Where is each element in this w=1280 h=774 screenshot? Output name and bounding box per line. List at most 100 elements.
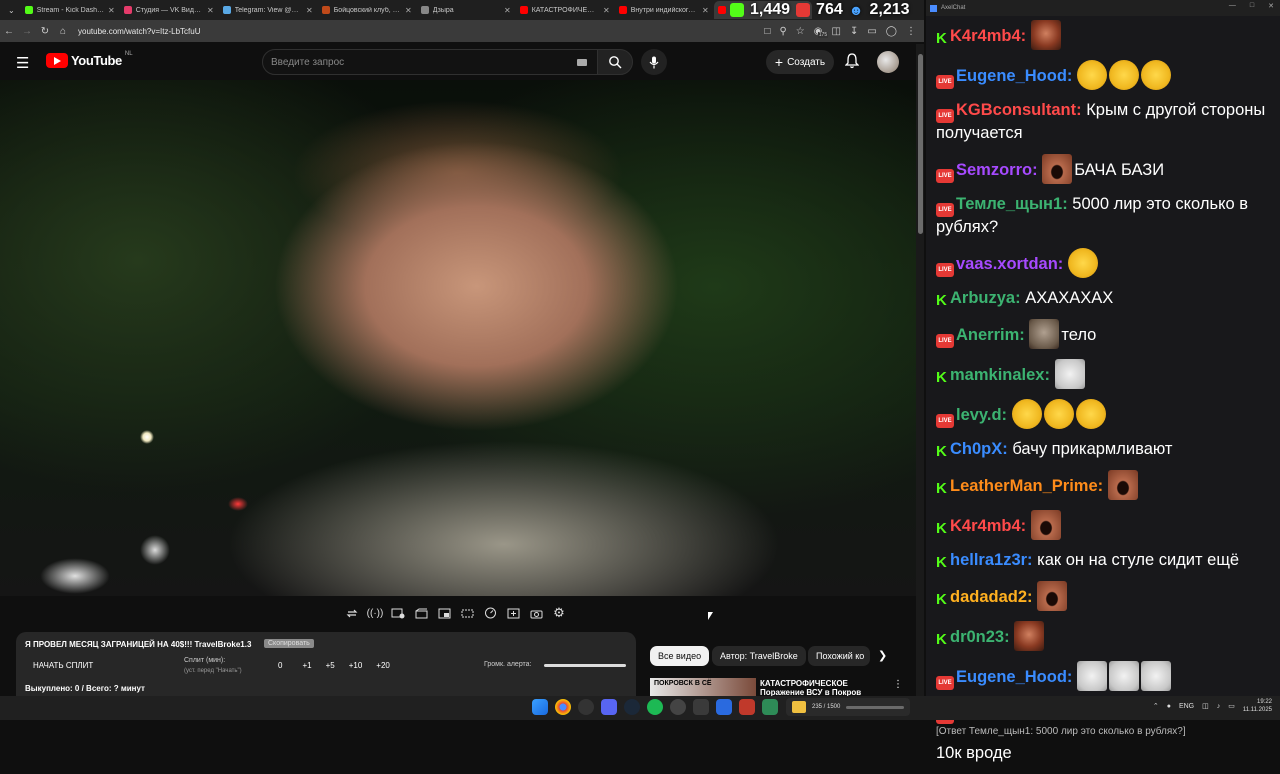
chip-all-videos[interactable]: Все видео bbox=[650, 646, 710, 666]
chat-username[interactable]: vaas.xortdan: bbox=[956, 255, 1063, 273]
obs-icon[interactable] bbox=[578, 699, 594, 715]
chip-author[interactable]: Автор: TravelBroke bbox=[712, 646, 806, 666]
cast-icon[interactable]: □ bbox=[764, 26, 770, 37]
chat-username[interactable]: LeatherMan_Prime: bbox=[950, 477, 1103, 495]
split-increment-button[interactable]: +1 bbox=[302, 661, 311, 670]
discord-icon[interactable] bbox=[601, 699, 617, 715]
browser-tab[interactable]: Студия — VK Видео Live ✕ bbox=[120, 1, 218, 19]
tab-list-chevron-icon[interactable]: ⌄ bbox=[0, 6, 21, 15]
back-icon[interactable]: ← bbox=[0, 26, 18, 37]
tab-close-icon[interactable]: ✕ bbox=[306, 6, 313, 15]
star-icon[interactable]: ☆ bbox=[796, 26, 805, 37]
recommended-thumbnail[interactable]: ПОКРОВСК В СЁ bbox=[650, 678, 756, 696]
menu-icon[interactable]: ⋮ bbox=[906, 26, 916, 37]
spotify-icon[interactable] bbox=[647, 699, 663, 715]
broadcast-icon[interactable]: ((·)) bbox=[367, 605, 384, 621]
chat-username[interactable]: Arbuzya: bbox=[950, 289, 1021, 307]
home-icon[interactable]: ⌂ bbox=[54, 26, 72, 37]
reload-icon[interactable]: ↻ bbox=[36, 26, 54, 37]
split-increment-button[interactable]: +5 bbox=[326, 661, 335, 670]
chat-username[interactable]: Ch0pX: bbox=[950, 440, 1008, 458]
app-icon[interactable] bbox=[693, 699, 709, 715]
tab-close-icon[interactable]: ✕ bbox=[504, 6, 511, 15]
app-icon[interactable] bbox=[739, 699, 755, 715]
battery-icon[interactable]: ▭ bbox=[1228, 702, 1235, 710]
app-icon[interactable] bbox=[670, 699, 686, 715]
speed-gauge-icon[interactable] bbox=[482, 605, 498, 621]
split-increment-button[interactable]: +10 bbox=[349, 661, 363, 670]
video-player[interactable] bbox=[0, 80, 916, 596]
picture-in-picture-icon[interactable] bbox=[436, 605, 452, 621]
tab-close-icon[interactable]: ✕ bbox=[108, 6, 115, 15]
loop-icon[interactable] bbox=[344, 605, 360, 621]
search-input[interactable] bbox=[271, 56, 571, 68]
chat-username[interactable]: mamkinalex: bbox=[950, 366, 1050, 384]
voice-search-button[interactable] bbox=[641, 49, 667, 75]
add-clip-icon[interactable] bbox=[505, 605, 521, 621]
more-options-icon[interactable]: ⋮ bbox=[893, 679, 903, 690]
chat-username[interactable]: Anerrim: bbox=[956, 326, 1025, 344]
split-increment-button[interactable]: +20 bbox=[376, 661, 390, 670]
chat-username[interactable]: Semzorro: bbox=[956, 161, 1038, 179]
theater-mode-icon[interactable] bbox=[459, 605, 475, 621]
settings-gear-icon[interactable]: ⚙ bbox=[551, 605, 567, 621]
notifications-bell-icon[interactable] bbox=[844, 53, 860, 74]
split-view-icon[interactable]: ▭ bbox=[867, 26, 876, 37]
chat-username[interactable]: dadadad2: bbox=[950, 588, 1033, 606]
forward-icon[interactable]: → bbox=[18, 26, 36, 37]
maximize-icon[interactable]: □ bbox=[1250, 2, 1254, 10]
volume-icon[interactable]: ♪ bbox=[1217, 703, 1221, 710]
steam-icon[interactable] bbox=[624, 699, 640, 715]
tab-close-icon[interactable]: ✕ bbox=[603, 6, 610, 15]
tab-close-icon[interactable]: ✕ bbox=[405, 6, 412, 15]
alert-volume-slider[interactable] bbox=[544, 664, 626, 667]
download-icon[interactable]: ↧ bbox=[850, 26, 858, 37]
chrome-icon[interactable] bbox=[555, 699, 571, 715]
media-widget[interactable]: 235 / 1500 bbox=[786, 698, 910, 716]
create-button[interactable]: + Создать bbox=[766, 50, 834, 74]
search-button[interactable] bbox=[597, 49, 633, 75]
network-icon[interactable]: ◫ bbox=[1202, 702, 1209, 710]
hamburger-menu-icon[interactable]: ☰ bbox=[16, 54, 29, 72]
microphone-tray-icon[interactable]: ● bbox=[1167, 703, 1171, 710]
recommended-title[interactable]: КАТАСТРОФИЧЕСКОЕ Поражение ВСУ в Покров bbox=[760, 679, 890, 697]
chevron-right-icon[interactable]: ❯ bbox=[878, 649, 887, 662]
chat-username[interactable]: dr0n23: bbox=[950, 628, 1010, 646]
youtube-logo[interactable]: YouTube NL bbox=[46, 51, 133, 68]
keyboard-icon[interactable] bbox=[577, 59, 587, 66]
chat-username[interactable]: K4r4mb4: bbox=[950, 517, 1026, 535]
browser-tab[interactable]: Stream - Kick Dashboard ✕ bbox=[21, 1, 119, 19]
camera-icon[interactable] bbox=[528, 605, 544, 621]
browser-tab[interactable]: Бойцовский клуб, 1999 ✕ bbox=[318, 1, 416, 19]
clock[interactable]: 19:22 11.11.2025 bbox=[1243, 698, 1272, 714]
profile-icon[interactable]: ◯ bbox=[886, 26, 897, 37]
chat-username[interactable]: K4r4mb4: bbox=[950, 27, 1026, 45]
close-icon[interactable]: ✕ bbox=[1268, 2, 1274, 10]
url-field[interactable]: youtube.com/watch?v=Itz-LbTcfuU bbox=[78, 27, 764, 36]
chevron-up-icon[interactable]: ⌃ bbox=[1153, 702, 1159, 710]
media-player-icon[interactable] bbox=[716, 699, 732, 715]
browser-tab[interactable]: Внутри индийского фи ✕ bbox=[615, 1, 713, 19]
language-indicator[interactable]: ENG bbox=[1179, 703, 1194, 710]
tab-close-icon[interactable]: ✕ bbox=[207, 6, 214, 15]
extension-icon[interactable]: ◉175 bbox=[814, 26, 829, 38]
browser-tab[interactable]: КАТАСТРОФИЧЕСКОЕ ✕ bbox=[516, 1, 614, 19]
browser-tab[interactable]: Дзыра ✕ bbox=[417, 1, 515, 19]
chat-username[interactable]: Eugene_Hood: bbox=[956, 668, 1072, 686]
zoom-icon[interactable]: ⚲ bbox=[779, 26, 786, 37]
chat-username[interactable]: KGBconsultant: bbox=[956, 101, 1082, 119]
start-split-button[interactable]: НАЧАТЬ СПЛИТ bbox=[33, 661, 93, 670]
account-avatar[interactable] bbox=[877, 51, 899, 73]
puzzle-icon[interactable]: ◫ bbox=[832, 26, 841, 37]
app-icon[interactable] bbox=[762, 699, 778, 715]
windows-start-icon[interactable] bbox=[532, 699, 548, 715]
chat-username[interactable]: levy.d: bbox=[956, 406, 1007, 424]
minimize-icon[interactable]: — bbox=[1229, 2, 1236, 10]
copy-button[interactable]: Скопировать bbox=[264, 639, 314, 648]
clapperboard-icon[interactable] bbox=[413, 605, 429, 621]
chat-username[interactable]: Темле_щын1: bbox=[956, 195, 1068, 213]
screenshot-settings-icon[interactable] bbox=[390, 605, 406, 621]
chat-username[interactable]: hellra1z3r: bbox=[950, 551, 1033, 569]
browser-tab[interactable]: Telegram: View @dvach ✕ bbox=[219, 1, 317, 19]
tab-close-icon[interactable]: ✕ bbox=[702, 6, 709, 15]
